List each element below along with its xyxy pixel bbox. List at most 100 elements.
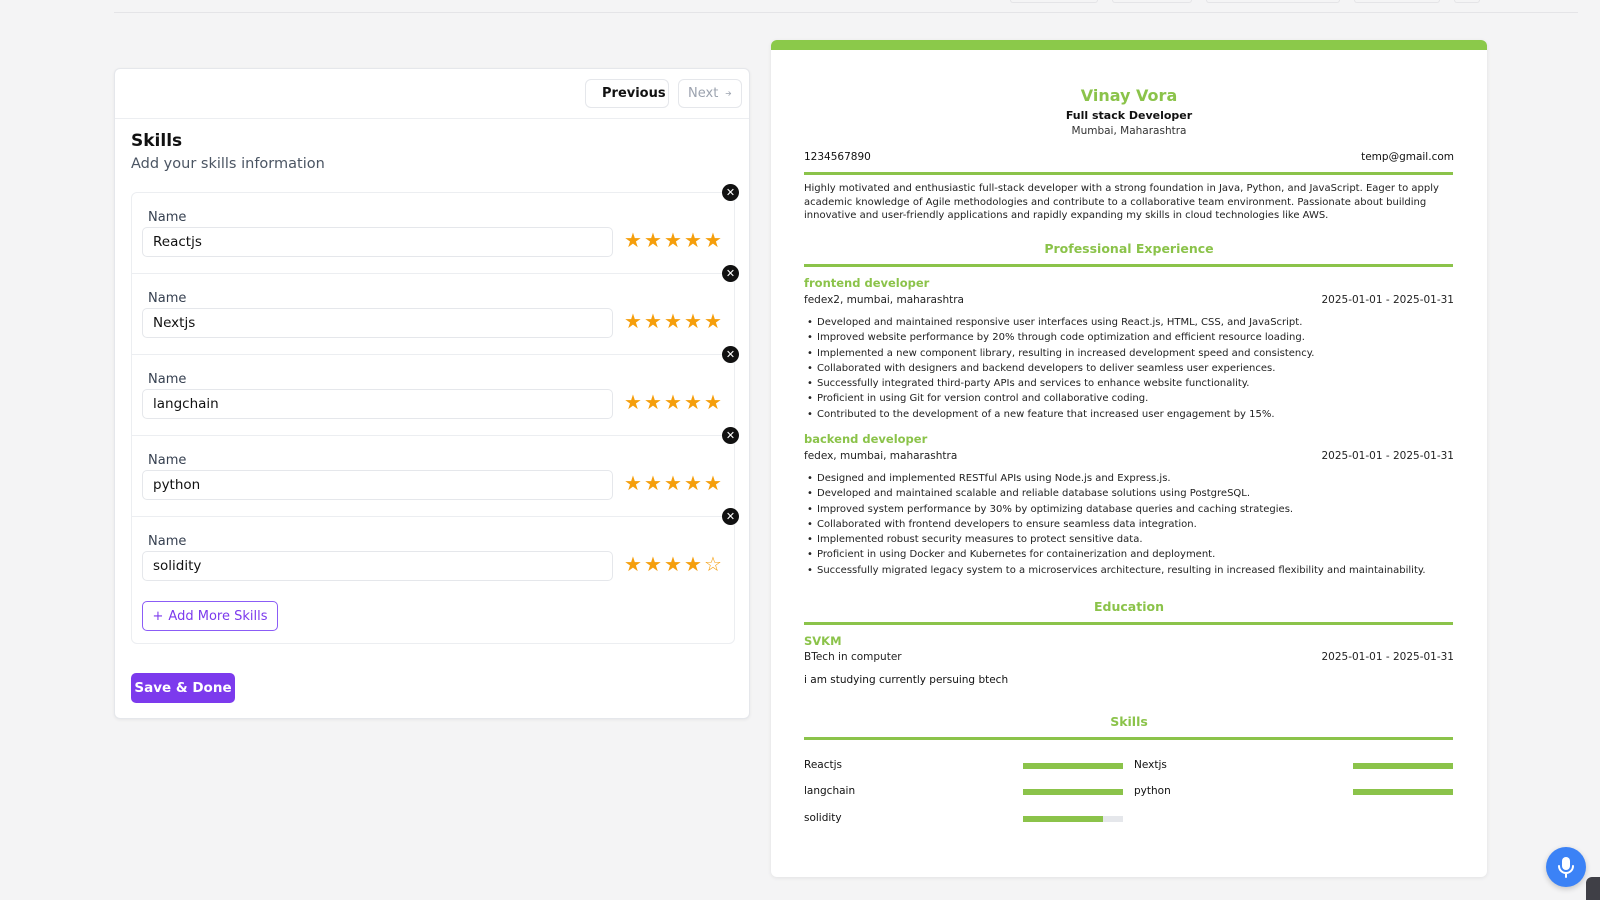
resume-skill-name: Reactjs xyxy=(804,759,842,771)
list-item: Successfully integrated third-party APIs… xyxy=(804,376,1453,392)
skill-name-input[interactable]: langchain xyxy=(142,389,613,419)
list-item: Proficient in using Docker and Kubernete… xyxy=(804,547,1453,563)
star-filled-icon[interactable]: ★ xyxy=(684,554,702,574)
skill-rating[interactable]: ★ ★ ★ ★ ★ xyxy=(624,311,722,331)
star-filled-icon[interactable]: ★ xyxy=(644,311,662,331)
skill-name-label: Name xyxy=(148,372,187,387)
skill-name-label: Name xyxy=(148,210,187,225)
list-item: Improved website performance by 20% thro… xyxy=(804,330,1453,346)
resume-phone: 1234567890 xyxy=(804,151,871,163)
remove-skill-button[interactable]: ✕ xyxy=(722,184,739,201)
education-description: i am studying currently persuing btech xyxy=(804,674,1009,686)
resume-skill-bar xyxy=(1353,789,1453,795)
form-header: Previous Next xyxy=(115,69,749,119)
star-filled-icon[interactable]: ★ xyxy=(624,392,642,412)
experience-company: fedex2, mumbai, maharashtra xyxy=(804,294,964,306)
education-heading: Education xyxy=(1094,599,1164,614)
star-filled-icon[interactable]: ★ xyxy=(644,392,662,412)
resume-skill-name: python xyxy=(1134,785,1171,797)
skill-name-label: Name xyxy=(148,534,187,549)
close-icon: ✕ xyxy=(725,348,736,361)
save-done-button[interactable]: Save & Done xyxy=(131,673,235,703)
remove-skill-button[interactable]: ✕ xyxy=(722,508,739,525)
resume-preview: Vinay Vora Full stack Developer Mumbai, … xyxy=(771,40,1487,877)
previous-label: Previous xyxy=(602,86,666,101)
skill-rating[interactable]: ★ ★ ★ ★ ★ xyxy=(624,230,722,250)
skill-name-label: Name xyxy=(148,453,187,468)
divider xyxy=(804,622,1453,625)
star-filled-icon[interactable]: ★ xyxy=(624,473,642,493)
resume-location: Mumbai, Maharashtra xyxy=(1071,125,1187,137)
resume-skill-bar xyxy=(1023,763,1123,769)
star-filled-icon[interactable]: ★ xyxy=(624,554,642,574)
star-filled-icon[interactable]: ★ xyxy=(664,473,682,493)
previous-button[interactable]: Previous xyxy=(585,79,669,108)
list-item: Improved system performance by 30% by op… xyxy=(804,502,1453,518)
star-filled-icon[interactable]: ★ xyxy=(624,311,642,331)
resume-job-title: Full stack Developer xyxy=(1065,109,1193,122)
skill-rating[interactable]: ★ ★ ★ ★ ★ xyxy=(624,392,722,412)
skill-name-input[interactable]: solidity xyxy=(142,551,613,581)
top-divider xyxy=(114,12,1578,13)
top-toolbar-remnant xyxy=(1010,0,1480,3)
star-filled-icon[interactable]: ★ xyxy=(644,554,662,574)
list-item: Collaborated with designers and backend … xyxy=(804,361,1453,377)
resume-skill-bar xyxy=(1023,816,1123,822)
star-filled-icon[interactable]: ★ xyxy=(664,230,682,250)
list-item: Collaborated with frontend developers to… xyxy=(804,517,1453,533)
experience-dates: 2025-01-01 - 2025-01-31 xyxy=(1321,294,1454,306)
skill-rating[interactable]: ★ ★ ★ ★ ★ xyxy=(624,473,722,493)
skill-entry: Name Reactjs ★ ★ ★ ★ ★ xyxy=(132,193,736,274)
resume-name: Vinay Vora xyxy=(1080,86,1178,105)
star-filled-icon[interactable]: ★ xyxy=(704,473,722,493)
star-filled-icon[interactable]: ★ xyxy=(704,230,722,250)
microphone-icon xyxy=(1558,857,1574,878)
close-icon: ✕ xyxy=(725,510,736,523)
section-title: Skills xyxy=(131,131,183,151)
skill-name-input[interactable]: Nextjs xyxy=(142,308,613,338)
star-filled-icon[interactable]: ★ xyxy=(664,392,682,412)
plus-icon: + xyxy=(152,608,164,624)
skill-rating[interactable]: ★ ★ ★ ★ ☆ xyxy=(624,554,722,574)
remove-skill-button[interactable]: ✕ xyxy=(722,427,739,444)
add-more-skills-button[interactable]: + Add More Skills xyxy=(142,601,278,631)
skills-heading: Skills xyxy=(1110,714,1148,729)
close-icon: ✕ xyxy=(725,267,736,280)
skill-entry: Name Nextjs ★ ★ ★ ★ ★ xyxy=(132,274,736,355)
close-icon: ✕ xyxy=(725,429,736,442)
star-filled-icon[interactable]: ★ xyxy=(684,230,702,250)
remove-skill-button[interactable]: ✕ xyxy=(722,265,739,282)
microphone-button[interactable] xyxy=(1546,847,1586,887)
close-icon: ✕ xyxy=(725,186,736,199)
star-filled-icon[interactable]: ★ xyxy=(664,554,682,574)
resume-accent-bar xyxy=(771,40,1487,50)
experience-dates: 2025-01-01 - 2025-01-31 xyxy=(1321,450,1454,462)
experience-points: Designed and implemented RESTful APIs us… xyxy=(804,471,1453,578)
resume-skill-bar xyxy=(1023,789,1123,795)
list-item: Implemented a new component library, res… xyxy=(804,346,1453,362)
resume-skill-name: solidity xyxy=(804,812,842,824)
star-filled-icon[interactable]: ★ xyxy=(684,392,702,412)
star-filled-icon[interactable]: ★ xyxy=(644,473,662,493)
skills-form-card: Previous Next Skills Add your skills inf… xyxy=(114,68,750,719)
star-filled-icon[interactable]: ★ xyxy=(624,230,642,250)
arrow-right-icon xyxy=(725,91,732,96)
star-filled-icon[interactable]: ★ xyxy=(664,311,682,331)
star-filled-icon[interactable]: ★ xyxy=(704,392,722,412)
star-empty-icon[interactable]: ☆ xyxy=(704,554,722,574)
next-button[interactable]: Next xyxy=(678,79,742,108)
star-filled-icon[interactable]: ★ xyxy=(684,311,702,331)
divider xyxy=(804,172,1453,175)
skill-entry: Name langchain ★ ★ ★ ★ ★ xyxy=(132,355,736,436)
skills-list: Name Reactjs ★ ★ ★ ★ ★ Name Nextjs ★ ★ ★ ★ ★ Nam… xyxy=(131,184,739,644)
list-item: Successfully migrated legacy system to a… xyxy=(804,563,1453,579)
star-filled-icon[interactable]: ★ xyxy=(704,311,722,331)
skill-name-input[interactable]: Reactjs xyxy=(142,227,613,257)
star-filled-icon[interactable]: ★ xyxy=(644,230,662,250)
skill-name-input[interactable]: python xyxy=(142,470,613,500)
corner-widget xyxy=(1586,877,1600,900)
divider xyxy=(804,264,1453,267)
experience-company: fedex, mumbai, maharashtra xyxy=(804,450,958,462)
star-filled-icon[interactable]: ★ xyxy=(684,473,702,493)
remove-skill-button[interactable]: ✕ xyxy=(722,346,739,363)
